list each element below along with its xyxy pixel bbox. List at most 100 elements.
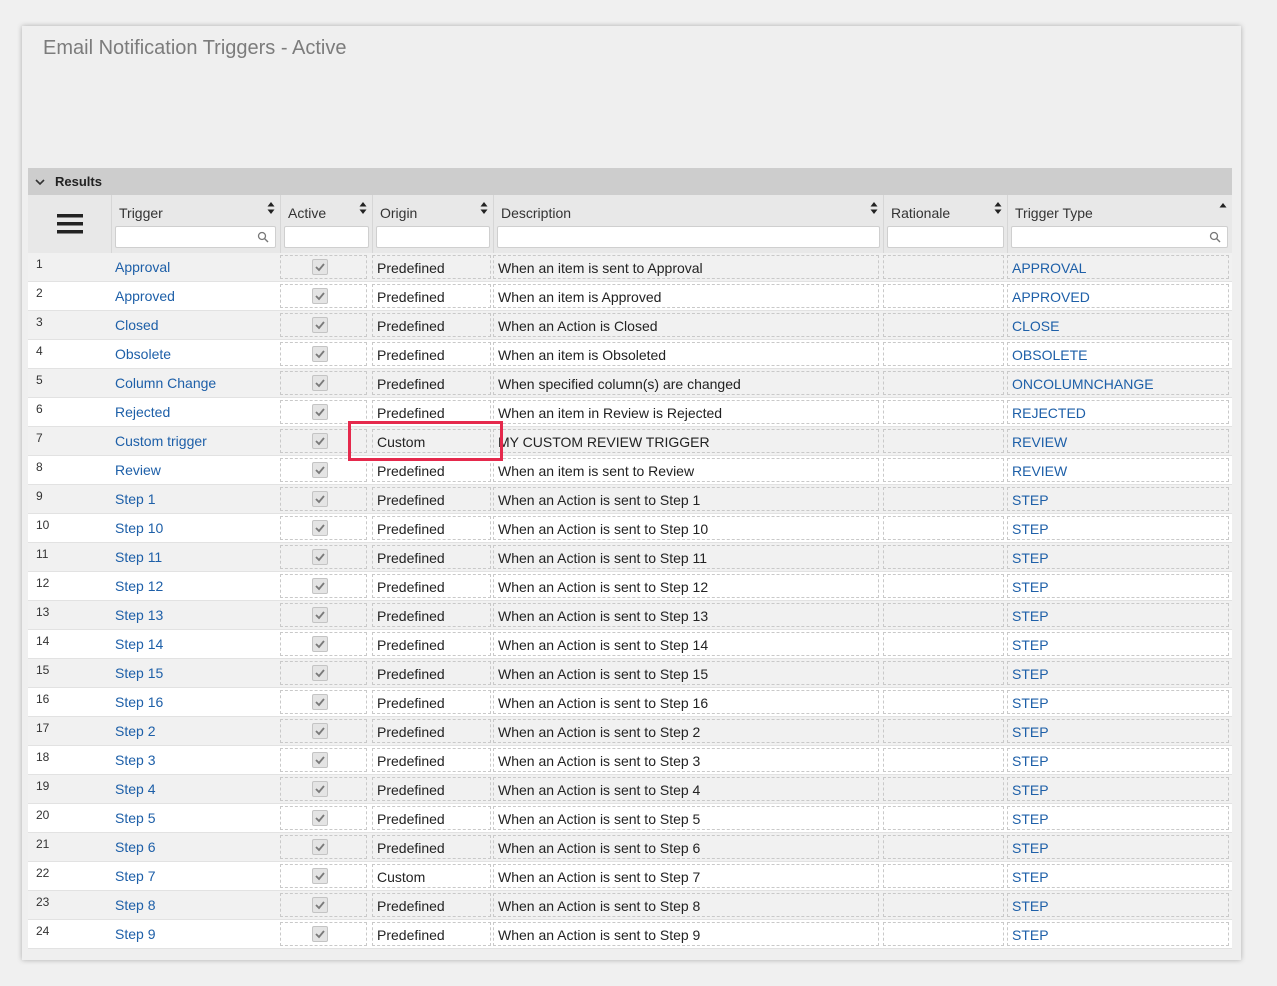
trigger-link[interactable]: Step 16 xyxy=(115,688,275,716)
trigger-type-link[interactable]: STEP xyxy=(1007,690,1229,714)
table-row[interactable]: 19 Step 4 Predefined When an Action is sent… xyxy=(28,775,1232,804)
table-row[interactable]: 24 Step 9 Predefined When an Action is sent… xyxy=(28,920,1232,949)
table-row[interactable]: 11 Step 11 Predefined When an Action is sen… xyxy=(28,543,1232,572)
sort-arrows-icon[interactable] xyxy=(870,201,878,215)
column-header-active[interactable]: Active xyxy=(280,195,373,253)
trigger-link[interactable]: Step 7 xyxy=(115,862,275,890)
trigger-type-link[interactable]: STEP xyxy=(1007,516,1229,540)
trigger-link[interactable]: Step 3 xyxy=(115,746,275,774)
active-checkbox[interactable] xyxy=(312,433,328,449)
trigger-type-link[interactable]: OBSOLETE xyxy=(1007,342,1229,366)
column-header-origin[interactable]: Origin xyxy=(372,195,494,253)
active-checkbox[interactable] xyxy=(312,897,328,913)
table-row[interactable]: 20 Step 5 Predefined When an Action is sent… xyxy=(28,804,1232,833)
active-checkbox[interactable] xyxy=(312,810,328,826)
trigger-link[interactable]: Step 8 xyxy=(115,891,275,919)
sort-arrows-icon[interactable] xyxy=(994,201,1002,215)
active-checkbox[interactable] xyxy=(312,346,328,362)
trigger-type-link[interactable]: STEP xyxy=(1007,835,1229,859)
trigger-type-link[interactable]: REVIEW xyxy=(1007,429,1229,453)
active-checkbox[interactable] xyxy=(312,404,328,420)
trigger-type-link[interactable]: ONCOLUMNCHANGE xyxy=(1007,371,1229,395)
column-header-description[interactable]: Description xyxy=(493,195,884,253)
table-row[interactable]: 23 Step 8 Predefined When an Action is sent… xyxy=(28,891,1232,920)
table-row[interactable]: 13 Step 13 Predefined When an Action is sen… xyxy=(28,601,1232,630)
column-header-trigger-type[interactable]: Trigger Type xyxy=(1007,195,1233,253)
trigger-type-link[interactable]: STEP xyxy=(1007,922,1229,946)
origin-filter-input[interactable] xyxy=(376,226,490,248)
trigger-link[interactable]: Rejected xyxy=(115,398,275,426)
trigger-type-link[interactable]: STEP xyxy=(1007,719,1229,743)
active-checkbox[interactable] xyxy=(312,723,328,739)
table-row[interactable]: 21 Step 6 Predefined When an Action is sent… xyxy=(28,833,1232,862)
table-row[interactable]: 9 Step 1 Predefined When an Action is sent … xyxy=(28,485,1232,514)
trigger-type-link[interactable]: STEP xyxy=(1007,632,1229,656)
table-row[interactable]: 1 Approval Predefined When an item is sent … xyxy=(28,253,1232,282)
table-row[interactable]: 7 Custom trigger Custom MY CUSTOM REVIEW TR… xyxy=(28,427,1232,456)
trigger-type-link[interactable]: STEP xyxy=(1007,777,1229,801)
active-checkbox[interactable] xyxy=(312,781,328,797)
active-checkbox[interactable] xyxy=(312,752,328,768)
active-checkbox[interactable] xyxy=(312,868,328,884)
table-row[interactable]: 18 Step 3 Predefined When an Action is sent… xyxy=(28,746,1232,775)
rationale-filter-input[interactable] xyxy=(887,226,1004,248)
active-checkbox[interactable] xyxy=(312,462,328,478)
trigger-link[interactable]: Step 1 xyxy=(115,485,275,513)
trigger-link[interactable]: Step 13 xyxy=(115,601,275,629)
trigger-link[interactable]: Step 11 xyxy=(115,543,275,571)
table-row[interactable]: 16 Step 16 Predefined When an Action is sen… xyxy=(28,688,1232,717)
active-checkbox[interactable] xyxy=(312,578,328,594)
hamburger-menu-icon[interactable] xyxy=(57,213,83,235)
trigger-link[interactable]: Approval xyxy=(115,253,275,281)
active-checkbox[interactable] xyxy=(312,549,328,565)
active-checkbox[interactable] xyxy=(312,636,328,652)
trigger-link[interactable]: Column Change xyxy=(115,369,275,397)
trigger-type-link[interactable]: REJECTED xyxy=(1007,400,1229,424)
description-filter-input[interactable] xyxy=(497,226,880,248)
table-row[interactable]: 4 Obsolete Predefined When an item is Obsol… xyxy=(28,340,1232,369)
trigger-link[interactable]: Review xyxy=(115,456,275,484)
active-checkbox[interactable] xyxy=(312,607,328,623)
active-checkbox[interactable] xyxy=(312,926,328,942)
active-checkbox[interactable] xyxy=(312,288,328,304)
trigger-type-link[interactable]: STEP xyxy=(1007,864,1229,888)
trigger-link[interactable]: Obsolete xyxy=(115,340,275,368)
trigger-link[interactable]: Step 12 xyxy=(115,572,275,600)
trigger-filter-input[interactable] xyxy=(115,226,276,248)
trigger-type-link[interactable]: STEP xyxy=(1007,661,1229,685)
table-row[interactable]: 12 Step 12 Predefined When an Action is sen… xyxy=(28,572,1232,601)
sort-arrows-icon[interactable] xyxy=(480,201,488,215)
chevron-down-icon[interactable] xyxy=(34,176,46,188)
table-row[interactable]: 2 Approved Predefined When an item is Appro… xyxy=(28,282,1232,311)
trigger-type-link[interactable]: STEP xyxy=(1007,574,1229,598)
table-row[interactable]: 15 Step 15 Predefined When an Action is sen… xyxy=(28,659,1232,688)
active-checkbox[interactable] xyxy=(312,491,328,507)
active-checkbox[interactable] xyxy=(312,520,328,536)
active-checkbox[interactable] xyxy=(312,375,328,391)
table-row[interactable]: 10 Step 10 Predefined When an Action is sen… xyxy=(28,514,1232,543)
trigger-link[interactable]: Step 14 xyxy=(115,630,275,658)
trigger-type-link[interactable]: STEP xyxy=(1007,487,1229,511)
trigger-type-link[interactable]: STEP xyxy=(1007,893,1229,917)
trigger-type-link[interactable]: REVIEW xyxy=(1007,458,1229,482)
table-row[interactable]: 14 Step 14 Predefined When an Action is sen… xyxy=(28,630,1232,659)
active-checkbox[interactable] xyxy=(312,839,328,855)
active-checkbox[interactable] xyxy=(312,694,328,710)
table-row[interactable]: 5 Column Change Predefined When specified c… xyxy=(28,369,1232,398)
sort-arrows-icon[interactable] xyxy=(359,201,367,215)
column-header-rationale[interactable]: Rationale xyxy=(883,195,1008,253)
trigger-link[interactable]: Step 15 xyxy=(115,659,275,687)
trigger-link[interactable]: Step 9 xyxy=(115,920,275,948)
table-row[interactable]: 22 Step 7 Custom When an Action is sent to … xyxy=(28,862,1232,891)
trigger-link[interactable]: Step 5 xyxy=(115,804,275,832)
trigger-type-link[interactable]: STEP xyxy=(1007,748,1229,772)
trigger-type-link[interactable]: APPROVAL xyxy=(1007,255,1229,279)
results-section-header[interactable]: Results xyxy=(28,168,1232,195)
column-header-trigger[interactable]: Trigger xyxy=(111,195,281,253)
active-checkbox[interactable] xyxy=(312,259,328,275)
trigger-type-link[interactable]: APPROVED xyxy=(1007,284,1229,308)
trigger-link[interactable]: Custom trigger xyxy=(115,427,275,455)
table-row[interactable]: 17 Step 2 Predefined When an Action is sent… xyxy=(28,717,1232,746)
table-row[interactable]: 8 Review Predefined When an item is sent to… xyxy=(28,456,1232,485)
table-row[interactable]: 6 Rejected Predefined When an item in Revie… xyxy=(28,398,1232,427)
